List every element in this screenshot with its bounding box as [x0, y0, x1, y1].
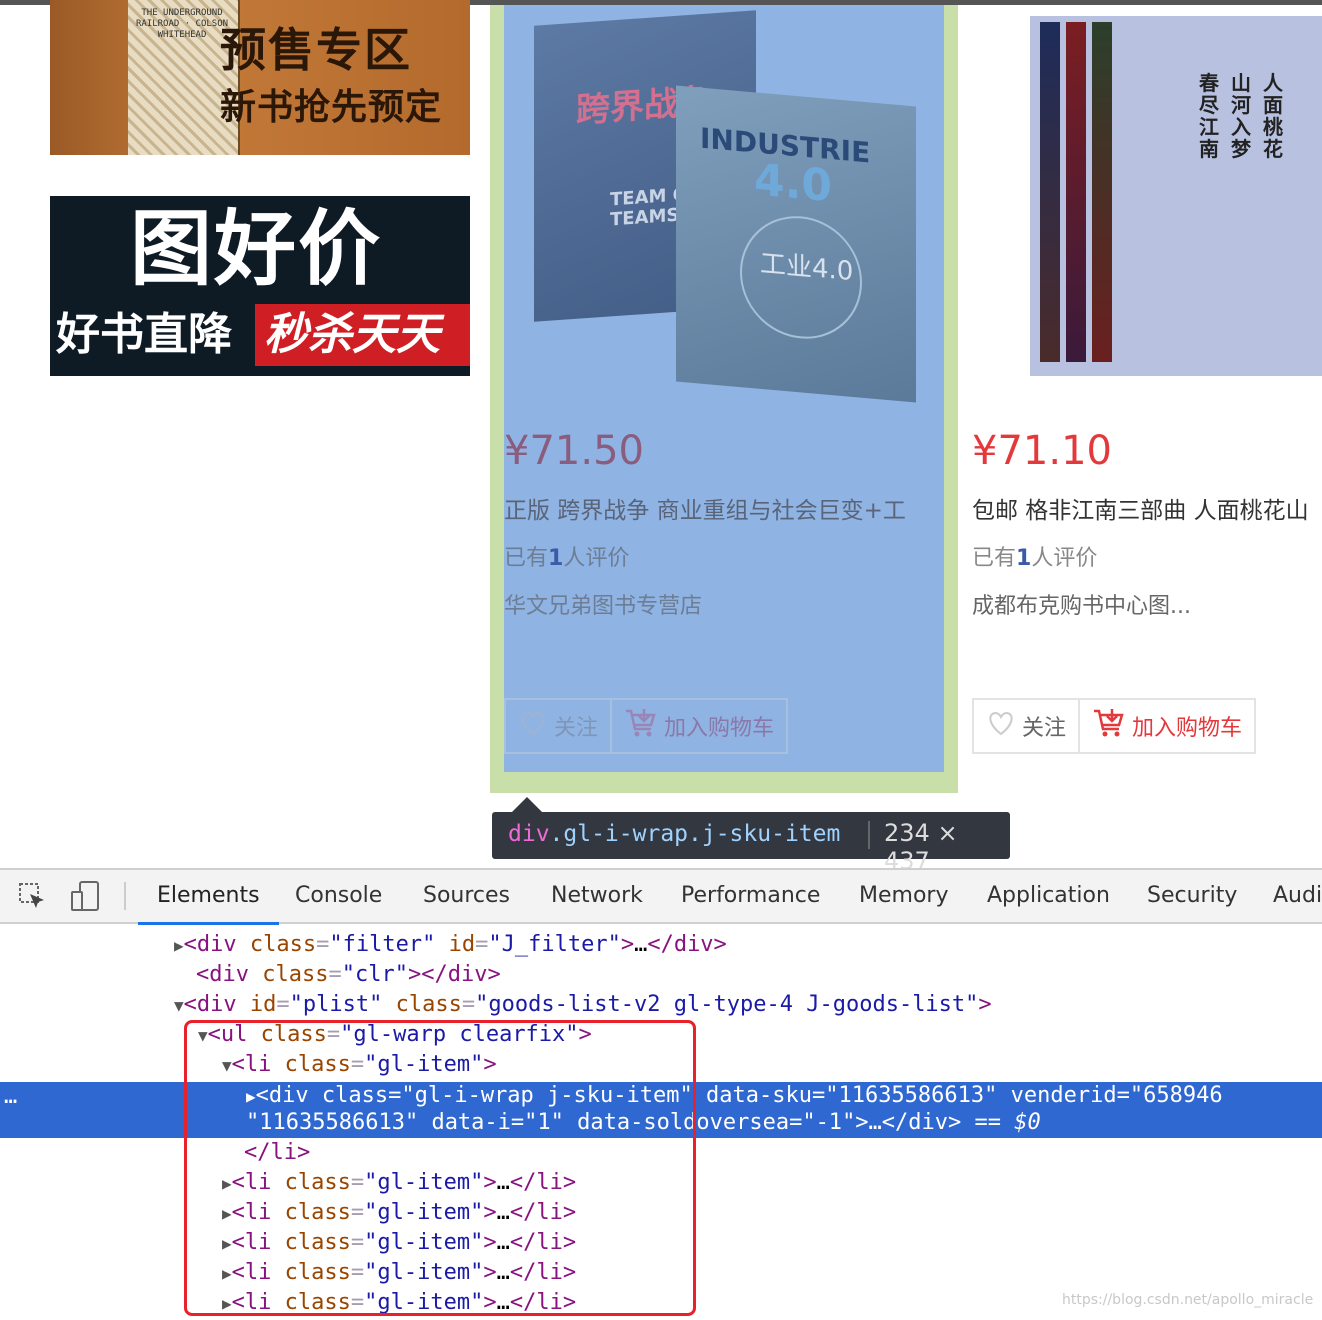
- product-1-title[interactable]: 正版 跨界战争 商业重组与社会巨变+工: [504, 496, 924, 526]
- tab-console[interactable]: Console: [276, 870, 401, 922]
- deal-banner[interactable]: 图好价 好书直降 秒杀天天: [50, 196, 470, 376]
- expand-triangle-icon[interactable]: ▶: [174, 936, 184, 955]
- heart-icon: [986, 710, 1016, 742]
- tab-performance[interactable]: Performance: [662, 870, 839, 922]
- tab-sources[interactable]: Sources: [404, 870, 529, 922]
- follow-label: 关注: [554, 716, 599, 741]
- cover-spine: [1092, 22, 1112, 362]
- deal-banner-left-text: 好书直降: [56, 309, 232, 360]
- watermark: https://blog.csdn.net/apollo_miracle: [1062, 1292, 1314, 1308]
- review-suffix: 人评价: [563, 546, 630, 571]
- tooltip-tag: div: [508, 821, 550, 847]
- tab-security[interactable]: Security: [1128, 870, 1256, 922]
- row-menu-dots[interactable]: …: [4, 1082, 17, 1112]
- tooltip-arrow: [512, 797, 542, 812]
- product-2-shop[interactable]: 成都布克购书中心图...: [972, 592, 1191, 622]
- tooltip-divider: [868, 821, 870, 849]
- cart-icon: [624, 707, 658, 745]
- inspect-element-icon[interactable]: [18, 882, 48, 916]
- product-1-shop[interactable]: 华文兄弟图书专营店: [504, 592, 702, 622]
- deal-banner-right-text: 秒杀天天: [264, 309, 440, 360]
- heart-icon: [518, 710, 548, 742]
- add-to-cart-button[interactable]: 加入购物车: [1078, 700, 1254, 752]
- dom-node-plist[interactable]: ▼<div id="plist" class="goods-list-v2 gl…: [174, 990, 992, 1021]
- tab-memory[interactable]: Memory: [840, 870, 967, 922]
- product-1-price: ¥71.50: [504, 428, 644, 474]
- tooltip-size: 234 × 437: [884, 819, 958, 875]
- follow-label: 关注: [1022, 716, 1067, 741]
- product-2-reviews[interactable]: 已有1人评价: [972, 544, 1097, 574]
- tooltip-selector: div.gl-i-wrap.j-sku-item: [508, 821, 840, 847]
- tab-elements[interactable]: Elements: [138, 870, 279, 925]
- cover-title-3: 春尽江南: [1199, 71, 1219, 161]
- presale-banner[interactable]: THE UNDERGROUND RAILROAD · COLSON WHITEH…: [50, 0, 470, 155]
- tooltip-classes: .gl-i-wrap.j-sku-item: [549, 821, 841, 847]
- tab-application[interactable]: Application: [968, 870, 1129, 922]
- cover-number: 4.0: [754, 154, 832, 213]
- product-2-price: ¥71.10: [972, 428, 1112, 474]
- dom-node-filter[interactable]: ▶<div class="filter" id="J_filter">…</di…: [174, 930, 727, 961]
- product-1-reviews[interactable]: 已有1人评价: [504, 544, 629, 574]
- product-2-cover[interactable]: 人面桃花 山河入梦 春尽江南: [1030, 16, 1322, 376]
- deal-banner-headline: 图好价: [130, 202, 383, 297]
- dom-node-clr[interactable]: <div class="clr"></div>: [196, 960, 501, 990]
- toolbar-divider: [124, 882, 126, 910]
- tab-audits[interactable]: Audi: [1254, 870, 1322, 922]
- cart-icon: [1092, 707, 1126, 745]
- cover-title-2: 山河入梦: [1231, 71, 1251, 161]
- cart-label: 加入购物车: [664, 716, 775, 741]
- product-2-title[interactable]: 包邮 格非江南三部曲 人面桃花山: [972, 496, 1322, 526]
- cart-label: 加入购物车: [1132, 716, 1243, 741]
- product-2-actions: 关注 加入购物车: [972, 698, 1257, 754]
- banner-book-text: THE UNDERGROUND RAILROAD · COLSON WHITEH…: [135, 8, 229, 40]
- follow-button[interactable]: 关注: [506, 700, 610, 752]
- collapse-triangle-icon[interactable]: ▼: [174, 996, 184, 1015]
- review-count: 1: [548, 546, 564, 571]
- devtools-toolbar: Elements Console Sources Network Perform…: [0, 870, 1322, 925]
- cover-spine: [1066, 22, 1086, 362]
- follow-button[interactable]: 关注: [974, 700, 1078, 752]
- product-1-cover-book-b[interactable]: INDUSTRIE 4.0 工业4.0: [676, 85, 916, 403]
- annotation-red-box: [184, 1020, 696, 1316]
- review-prefix: 已有: [972, 546, 1017, 571]
- review-count: 1: [1016, 546, 1032, 571]
- cover-title-1: 人面桃花: [1263, 71, 1283, 161]
- banner-headline: 预售专区: [220, 23, 412, 77]
- inspect-tooltip: div.gl-i-wrap.j-sku-item 234 × 437: [492, 812, 1010, 875]
- review-prefix: 已有: [504, 546, 549, 571]
- tab-network[interactable]: Network: [532, 870, 662, 922]
- review-suffix: 人评价: [1031, 546, 1098, 571]
- cover-spine: [1040, 22, 1060, 362]
- add-to-cart-button[interactable]: 加入购物车: [610, 700, 786, 752]
- product-1-actions: 关注 加入购物车: [504, 698, 789, 754]
- banner-subline: 新书抢先预定: [220, 86, 443, 128]
- device-toolbar-icon[interactable]: [70, 880, 102, 916]
